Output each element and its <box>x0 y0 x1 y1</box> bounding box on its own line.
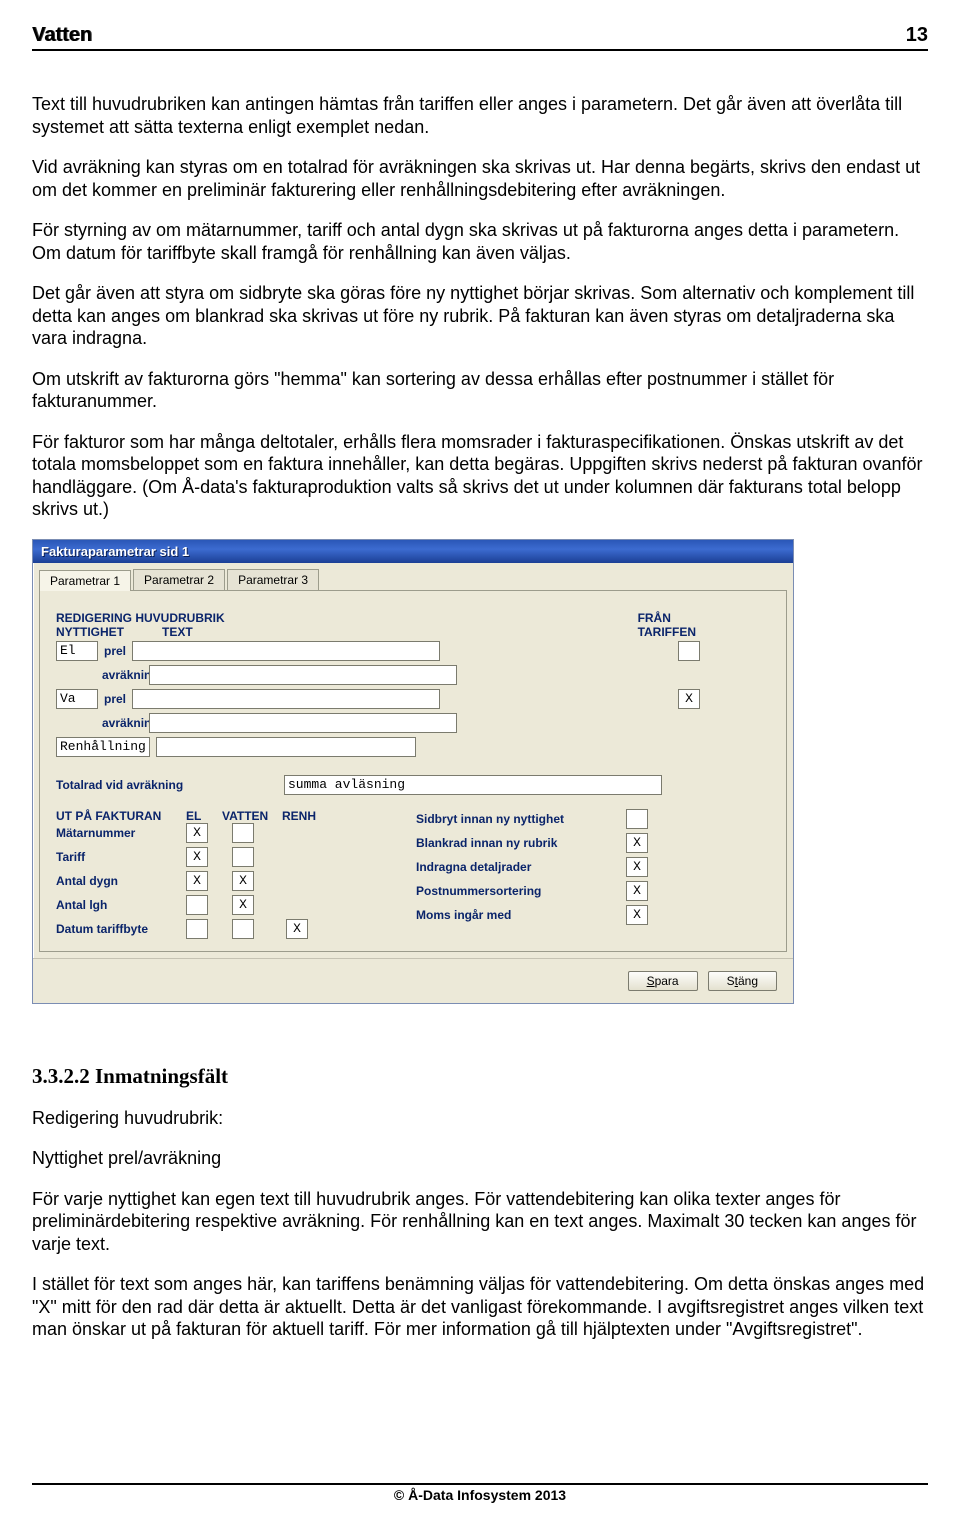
row-label: Postnummersortering <box>416 884 626 898</box>
heading-ut-pa-fakturan: UT PÅ FAKTURAN <box>56 809 186 823</box>
tab-parametrar-2[interactable]: Parametrar 2 <box>133 569 225 590</box>
cell-vatten[interactable] <box>232 823 254 843</box>
cell-flag[interactable]: X <box>626 833 648 853</box>
page-footer: © Å-Data Infosystem 2013 <box>32 1483 928 1503</box>
row-label: Sidbryt innan ny nyttighet <box>416 812 626 826</box>
label-prel: prel <box>104 692 126 706</box>
col-fran: FRÅN <box>638 611 696 625</box>
row-label: Mätarnummer <box>56 826 186 840</box>
nyttighet-input-renh[interactable]: Renhållning <box>56 737 150 757</box>
text-input-va-prel[interactable] <box>132 689 440 709</box>
col-el: EL <box>186 809 222 823</box>
paragraph: För styrning av om mätarnummer, tariff o… <box>32 219 928 264</box>
paragraph: Om utskrift av fakturorna görs "hemma" k… <box>32 368 928 413</box>
fran-tariffen-va[interactable]: X <box>678 689 700 709</box>
heading-redigering: REDIGERING HUVUDRUBRIK <box>56 611 225 625</box>
row-label: Antal lgh <box>56 898 186 912</box>
text-input-el-prel[interactable] <box>132 641 440 661</box>
cell-el[interactable]: X <box>186 847 208 867</box>
col-tariffen: TARIFFEN <box>638 625 696 639</box>
cell-el[interactable]: X <box>186 871 208 891</box>
cell-vatten[interactable]: X <box>232 871 254 891</box>
cell-vatten[interactable] <box>232 847 254 867</box>
paragraph: I stället för text som anges här, kan ta… <box>32 1273 928 1341</box>
nyttighet-input-el[interactable]: El <box>56 641 98 661</box>
cell-flag[interactable]: X <box>626 905 648 925</box>
header-title: Vatten <box>32 24 92 47</box>
col-vatten: VATTEN <box>222 809 282 823</box>
page-header: Vatten 13 <box>32 24 928 51</box>
tab-parametrar-1[interactable]: Parametrar 1 <box>39 570 131 591</box>
row-label: Moms ingår med <box>416 908 626 922</box>
body-text: Text till huvudrubriken kan antingen häm… <box>32 93 928 521</box>
col-renh: RENH <box>282 809 316 823</box>
cell-renh[interactable]: X <box>286 919 308 939</box>
text-input-renh[interactable] <box>156 737 416 757</box>
tabpanel: REDIGERING HUVUDRUBRIK NYTTIGHET TEXT FR… <box>39 590 787 952</box>
paragraph: För varje nyttighet kan egen text till h… <box>32 1188 928 1256</box>
cell-vatten[interactable]: X <box>232 895 254 915</box>
save-button[interactable]: Spara <box>628 971 698 991</box>
tabstrip: Parametrar 1 Parametrar 2 Parametrar 3 <box>33 563 793 590</box>
section-heading: 3.3.2.2 Inmatningsfält <box>32 1064 928 1089</box>
totalrad-input[interactable]: summa avläsning <box>284 775 662 795</box>
cell-el[interactable]: X <box>186 823 208 843</box>
label-prel: prel <box>104 644 126 658</box>
col-text: TEXT <box>162 625 193 639</box>
cell-flag[interactable]: X <box>626 857 648 877</box>
row-label: Datum tariffbyte <box>56 922 186 936</box>
nyttighet-input-va[interactable]: Va <box>56 689 98 709</box>
paragraph: Vid avräkning kan styras om en totalrad … <box>32 156 928 201</box>
text-input-va-avr[interactable] <box>149 713 457 733</box>
row-label: Antal dygn <box>56 874 186 888</box>
header-page-number: 13 <box>906 24 928 47</box>
label-totalrad: Totalrad vid avräkning <box>56 778 284 792</box>
dialog-titlebar: Fakturaparametrar sid 1 <box>33 540 793 563</box>
subheading: Redigering huvudrubrik: <box>32 1107 928 1130</box>
fran-tariffen-el[interactable] <box>678 641 700 661</box>
col-nyttighet: NYTTIGHET <box>56 625 124 639</box>
dialog-window: Fakturaparametrar sid 1 Parametrar 1 Par… <box>32 539 794 1004</box>
row-label: Tariff <box>56 850 186 864</box>
button-bar: Spara Stäng <box>33 958 793 1003</box>
paragraph: Text till huvudrubriken kan antingen häm… <box>32 93 928 138</box>
cell-flag[interactable]: X <box>626 881 648 901</box>
cell-el[interactable] <box>186 919 208 939</box>
subheading: Nyttighet prel/avräkning <box>32 1147 928 1170</box>
cell-vatten[interactable] <box>232 919 254 939</box>
cell-flag[interactable] <box>626 809 648 829</box>
text-input-el-avr[interactable] <box>149 665 457 685</box>
cell-el[interactable] <box>186 895 208 915</box>
close-button[interactable]: Stäng <box>708 971 777 991</box>
tab-parametrar-3[interactable]: Parametrar 3 <box>227 569 319 590</box>
paragraph: För fakturor som har många deltotaler, e… <box>32 431 928 521</box>
row-label: Indragna detaljrader <box>416 860 626 874</box>
paragraph: Det går även att styra om sidbryte ska g… <box>32 282 928 350</box>
row-label: Blankrad innan ny rubrik <box>416 836 626 850</box>
